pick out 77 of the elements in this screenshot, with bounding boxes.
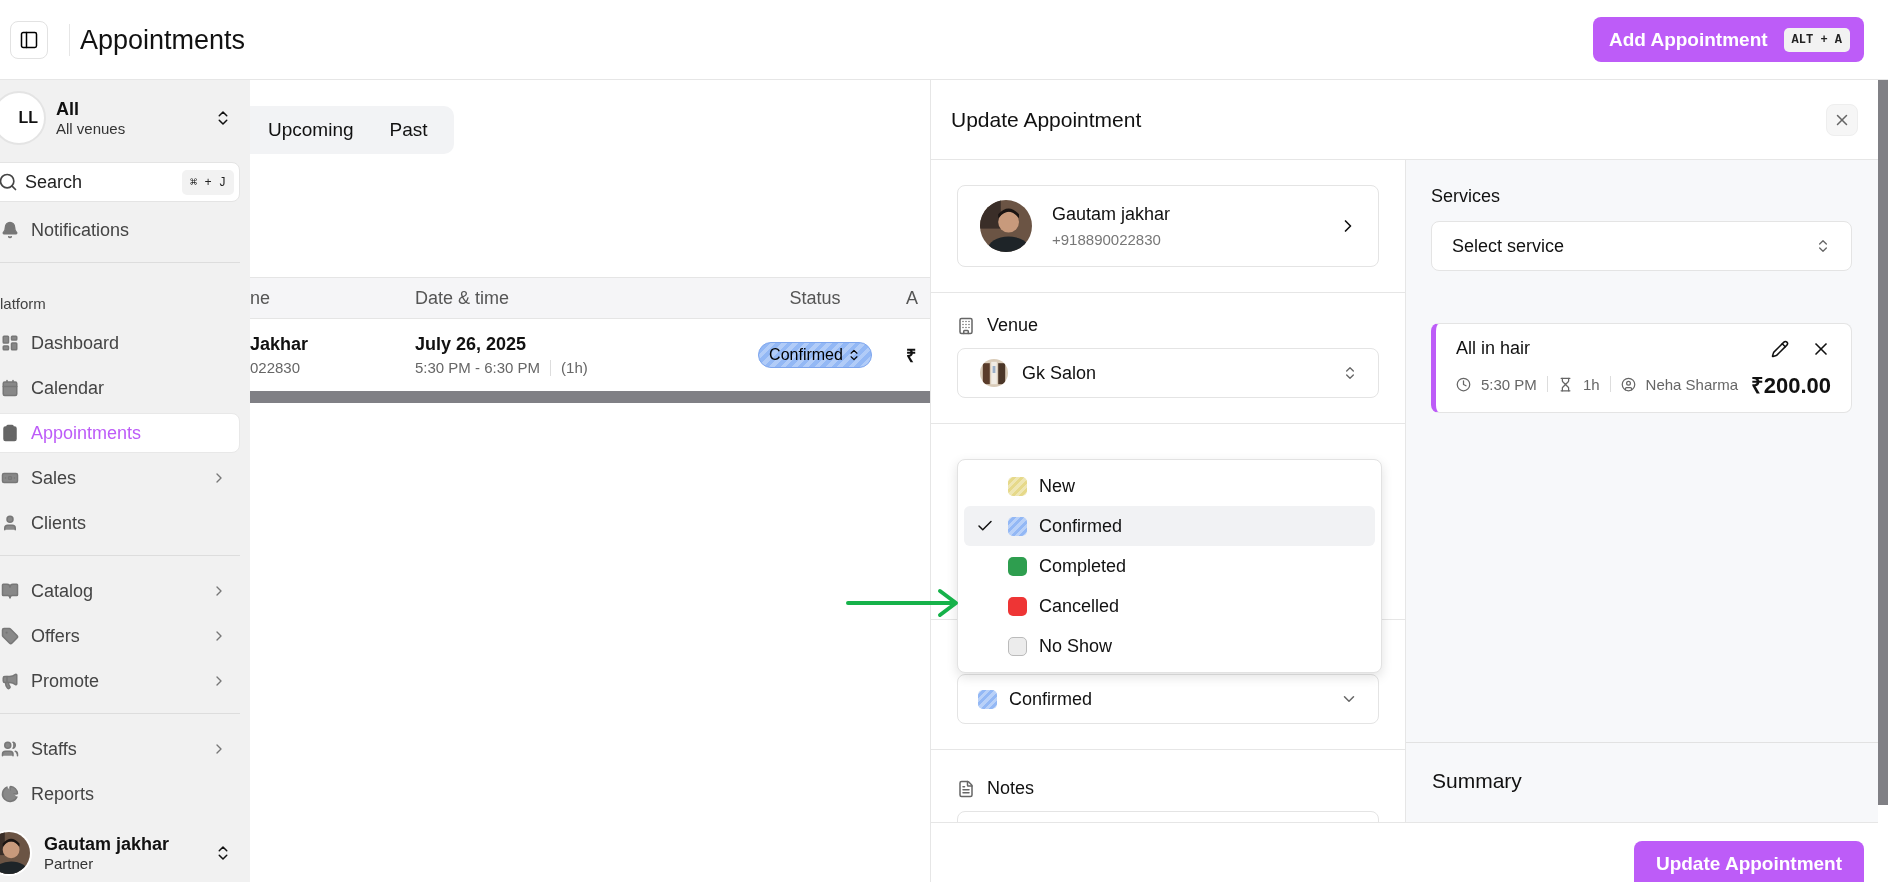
- section-label: latform: [0, 295, 47, 312]
- sidebar-toggle-button[interactable]: [10, 20, 48, 59]
- nav-item[interactable]: Reports: [0, 774, 240, 814]
- scrollbar[interactable]: [1878, 80, 1888, 805]
- building-icon: [957, 316, 975, 335]
- customer-phone: +918890022830: [1052, 231, 1162, 248]
- user-icon: [1620, 376, 1636, 392]
- notifications-item[interactable]: Notifications: [0, 210, 240, 250]
- edit-icon[interactable]: [1771, 339, 1789, 358]
- venue-avatar: LL: [0, 91, 46, 145]
- customer-card[interactable]: Gautam jakhar +918890022830: [957, 185, 1379, 267]
- nav-item[interactable]: Calendar: [0, 368, 240, 408]
- nav-item[interactable]: Clients: [0, 503, 240, 543]
- appointment-date: July 26, 2025: [415, 334, 528, 355]
- clock-icon: [1456, 376, 1471, 392]
- service-price: ₹200.00: [1750, 372, 1831, 399]
- status-option[interactable]: No Show: [964, 626, 1375, 666]
- client-phone: 022830: [250, 359, 302, 376]
- tab[interactable]: Upcoming: [250, 111, 372, 149]
- book-icon: [1, 582, 19, 600]
- nav-item[interactable]: Offers: [0, 616, 240, 656]
- duration: (1h): [561, 359, 588, 376]
- venue-label: Venue: [987, 315, 1039, 336]
- venue-subtitle: All venues: [56, 120, 127, 137]
- tab[interactable]: Past: [371, 111, 446, 149]
- column-header: Status: [788, 287, 842, 309]
- column-header: A: [905, 287, 919, 309]
- column-header: ne: [250, 287, 272, 309]
- nav-item[interactable]: Catalog: [0, 571, 240, 611]
- amount: ₹: [905, 345, 917, 367]
- venue-name: All: [56, 99, 80, 120]
- scrollbar[interactable]: [250, 391, 930, 403]
- client-name: Jakhar: [250, 334, 310, 355]
- shortcut-key: ⌘ + J: [181, 170, 234, 195]
- user-icon: [1, 514, 19, 532]
- status-option[interactable]: New: [964, 466, 1375, 506]
- calendar-icon: [1, 379, 19, 397]
- time-range: 5:30 PM - 6:30 PM: [415, 359, 541, 376]
- panel-icon: [19, 29, 39, 50]
- dashboard-icon: [1, 334, 19, 352]
- nav-item[interactable]: Dashboard: [0, 323, 240, 363]
- panel-title: Update Appointment: [951, 107, 1142, 132]
- service-select[interactable]: Select service: [1431, 221, 1852, 271]
- nav-item[interactable]: Appointments: [0, 413, 240, 453]
- megaphone-icon: [1, 672, 19, 690]
- venue-select[interactable]: Gk Salon: [957, 348, 1379, 398]
- services-label: Services: [1431, 186, 1501, 206]
- page-title: Appointments: [69, 23, 246, 56]
- staff-name: Neha Sharma: [1645, 375, 1739, 393]
- user-name: Gautam jakhar: [44, 834, 171, 855]
- user-switcher[interactable]: Gautam jakhar Partner: [0, 830, 240, 876]
- status-option[interactable]: Confirmed: [964, 506, 1375, 546]
- customer-name: Gautam jakhar: [1052, 204, 1172, 225]
- nav-item[interactable]: Staffs: [0, 729, 240, 769]
- nav-item[interactable]: Promote: [0, 661, 240, 701]
- bell-icon: [1, 221, 19, 239]
- status-pill[interactable]: Confirmed: [758, 342, 872, 368]
- service-name: All in hair: [1456, 338, 1532, 359]
- service-time: 5:30 PM: [1481, 375, 1537, 393]
- summary-title: Summary: [1432, 769, 1522, 792]
- pie-chart-icon: [1, 785, 19, 803]
- list-icon: [1, 424, 19, 442]
- service-duration: 1h: [1582, 375, 1600, 393]
- shortcut-key: ALT + A: [1783, 27, 1850, 52]
- search-icon: [0, 172, 18, 192]
- status-option[interactable]: Cancelled: [964, 586, 1375, 626]
- close-button[interactable]: [1826, 103, 1858, 136]
- users-icon: [1, 740, 19, 758]
- document-icon: [957, 779, 975, 798]
- notes-label: Notes: [987, 778, 1035, 799]
- status-select[interactable]: Confirmed: [957, 674, 1379, 724]
- nav-item[interactable]: Sales: [0, 458, 240, 498]
- add-appointment-button[interactable]: Add Appointment ALT + A: [1592, 17, 1864, 62]
- column-header: Date & time: [415, 287, 511, 309]
- status-option[interactable]: Completed: [964, 546, 1375, 586]
- tag-icon: [1, 627, 19, 645]
- user-role: Partner: [44, 855, 95, 872]
